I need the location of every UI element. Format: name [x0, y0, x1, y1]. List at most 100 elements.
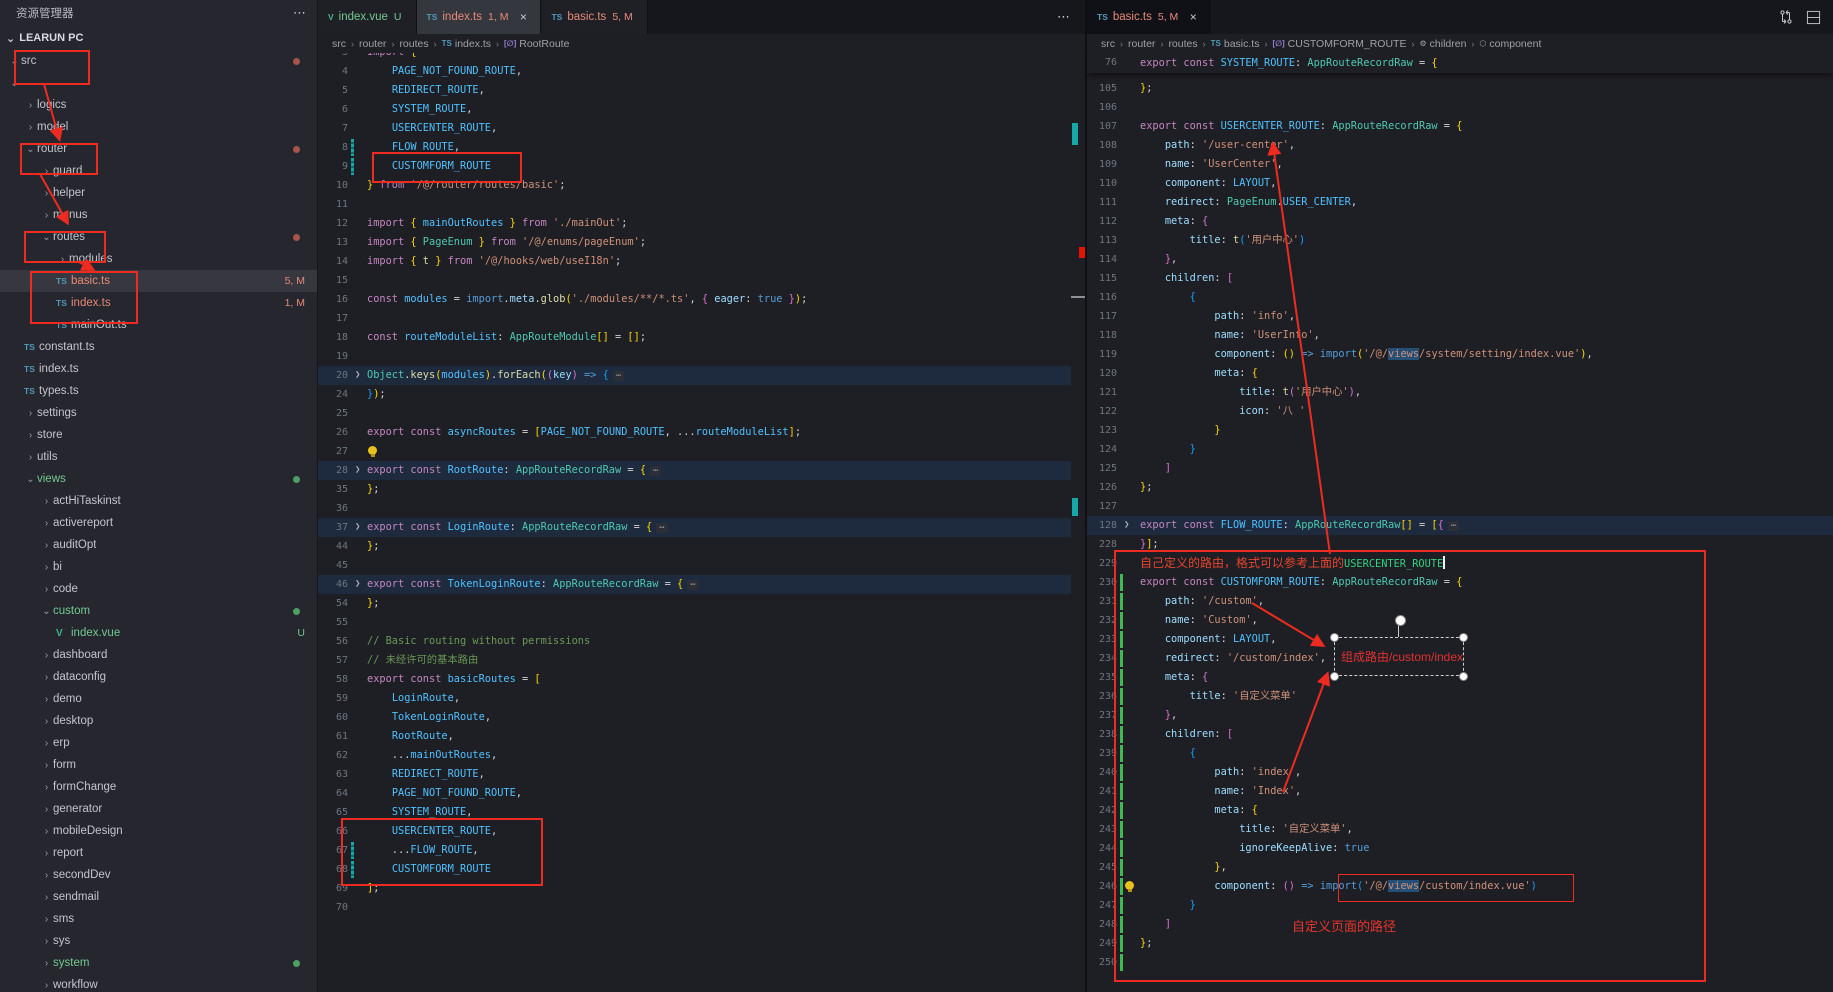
tree-item-system[interactable]: ›system — [0, 952, 317, 974]
lightbulb-icon[interactable] — [368, 446, 377, 455]
breadcrumb-item-router[interactable]: router — [1128, 38, 1155, 50]
code-line-56[interactable]: 56// Basic routing without permissions — [318, 632, 1071, 651]
tree-item-routes[interactable]: ⌄routes — [0, 226, 317, 248]
code-line-65[interactable]: 65 SYSTEM_ROUTE, — [318, 803, 1071, 822]
code-line-19[interactable]: 19 — [318, 347, 1071, 366]
sticky-scroll-line[interactable]: 76export const SYSTEM_ROUTE: AppRouteRec… — [1087, 53, 1833, 73]
tree-item-form[interactable]: ›form — [0, 754, 317, 776]
code-line-24[interactable]: 24}); — [318, 385, 1071, 404]
tree-item-helper[interactable]: ›helper — [0, 182, 317, 204]
code-line-70[interactable]: 70 — [318, 898, 1071, 917]
breadcrumb-item-basic.ts[interactable]: TSbasic.ts — [1211, 38, 1260, 50]
code-line-16[interactable]: 16const modules = import.meta.glob('./mo… — [318, 290, 1071, 309]
code-line-125[interactable]: 125 ] — [1087, 459, 1833, 478]
code-line-249[interactable]: 249}; — [1087, 934, 1833, 953]
code-line-45[interactable]: 45 — [318, 556, 1071, 575]
code-line-46[interactable]: 46❯export const TokenLoginRoute: AppRout… — [318, 575, 1071, 594]
tree-item-index.ts[interactable]: TSindex.ts — [0, 358, 317, 380]
split-editor-icon[interactable] — [1806, 10, 1821, 25]
code-line-18[interactable]: 18const routeModuleList: AppRouteModule[… — [318, 328, 1071, 347]
code-line-250[interactable]: 250 — [1087, 953, 1833, 972]
selection-handle-br[interactable] — [1459, 672, 1468, 681]
tab-basic.ts[interactable]: TSbasic.ts5, M× — [1087, 0, 1211, 34]
tree-item-demo[interactable]: ›demo — [0, 688, 317, 710]
tree-item-desktop[interactable]: ›desktop — [0, 710, 317, 732]
editor-group-divider[interactable] — [1085, 0, 1087, 992]
tab-basic.ts[interactable]: TSbasic.ts5, M — [541, 0, 647, 34]
code-line-236[interactable]: 236 title: '自定义菜单' — [1087, 687, 1833, 706]
tree-item-formChange[interactable]: ›formChange — [0, 776, 317, 798]
annotation-textbox[interactable]: 组成路由/custom/index — [1334, 637, 1464, 676]
breadcrumb-item-CUSTOMFORM_ROUTE[interactable]: [∅]CUSTOMFORM_ROUTE — [1272, 38, 1406, 50]
code-line-57[interactable]: 57// 未经许可的基本路由 — [318, 651, 1071, 670]
tree-item-dataconfig[interactable]: ›dataconfig — [0, 666, 317, 688]
tree-item-custom[interactable]: ⌄custom — [0, 600, 317, 622]
selection-handle-tr[interactable] — [1459, 633, 1468, 642]
tree-item-secondDev[interactable]: ›secondDev — [0, 864, 317, 886]
fold-chevron-icon[interactable]: ❯ — [355, 575, 360, 594]
code-line-35[interactable]: 35}; — [318, 480, 1071, 499]
code-line-116[interactable]: 116 { — [1087, 288, 1833, 307]
breadcrumb-item-routes[interactable]: routes — [1168, 38, 1197, 50]
code-line-4[interactable]: 4 PAGE_NOT_FOUND_ROUTE, — [318, 62, 1071, 81]
breadcrumb-item-src[interactable]: src — [332, 38, 346, 50]
code-line-63[interactable]: 63 REDIRECT_ROUTE, — [318, 765, 1071, 784]
tree-item-guard[interactable]: ›guard — [0, 160, 317, 182]
fold-chevron-icon[interactable]: ❯ — [355, 366, 360, 385]
tree-item-sms[interactable]: ›sms — [0, 908, 317, 930]
code-line-27[interactable]: 27 — [318, 442, 1071, 461]
code-line-122[interactable]: 122 icon: '⼋ ' — [1087, 402, 1833, 421]
code-line-248[interactable]: 248 ] — [1087, 915, 1833, 934]
breadcrumb-item-children[interactable]: ⚙children — [1419, 38, 1466, 50]
tree-item-code[interactable]: ›code — [0, 578, 317, 600]
breadcrumb-item-routes[interactable]: routes — [399, 38, 428, 50]
breadcrumb-item-index.ts[interactable]: TSindex.ts — [442, 38, 491, 50]
selection-rotate-handle[interactable] — [1395, 615, 1406, 626]
tree-item-sendmail[interactable]: ›sendmail — [0, 886, 317, 908]
tree-item-auditOpt[interactable]: ›auditOpt — [0, 534, 317, 556]
code-line-12[interactable]: 12import { mainOutRoutes } from './mainO… — [318, 214, 1071, 233]
code-line-66[interactable]: 66 USERCENTER_ROUTE, — [318, 822, 1071, 841]
code-line-120[interactable]: 120 meta: { — [1087, 364, 1833, 383]
tree-item-src[interactable]: ⌄src — [0, 50, 317, 72]
code-line-238[interactable]: 238 children: [ — [1087, 725, 1833, 744]
tree-item-workflow[interactable]: ›workflow — [0, 974, 317, 992]
tree-item-router[interactable]: ⌄router — [0, 138, 317, 160]
tree-item-types.ts[interactable]: TStypes.ts — [0, 380, 317, 402]
code-line-228[interactable]: 228}]; — [1087, 535, 1833, 554]
tree-item-generator[interactable]: ›generator — [0, 798, 317, 820]
code-line-61[interactable]: 61 RootRoute, — [318, 727, 1071, 746]
code-line-68[interactable]: 68 CUSTOMFORM_ROUTE — [318, 860, 1071, 879]
tree-item-bi[interactable]: ›bi — [0, 556, 317, 578]
code-line-126[interactable]: 126}; — [1087, 478, 1833, 497]
tree-item-erp[interactable]: ›erp — [0, 732, 317, 754]
fold-chevron-icon[interactable]: ❯ — [355, 461, 360, 480]
code-line-114[interactable]: 114 }, — [1087, 250, 1833, 269]
code-line-6[interactable]: 6 SYSTEM_ROUTE, — [318, 100, 1071, 119]
code-line-36[interactable]: 36 — [318, 499, 1071, 518]
breadcrumb-item-router[interactable]: router — [359, 38, 386, 50]
code-line-245[interactable]: 245 }, — [1087, 858, 1833, 877]
code-line-232[interactable]: 232 name: 'Custom', — [1087, 611, 1833, 630]
code-line-17[interactable]: 17 — [318, 309, 1071, 328]
code-line-8[interactable]: 8 FLOW_ROUTE, — [318, 138, 1071, 157]
breadcrumb-item-src[interactable]: src — [1101, 38, 1115, 50]
code-line-121[interactable]: 121 title: t('用户中心'), — [1087, 383, 1833, 402]
fold-chevron-icon[interactable]: ❯ — [1124, 516, 1129, 535]
workspace-section-header[interactable]: ⌄ LEARUN PC — [0, 26, 317, 50]
code-line-107[interactable]: 107export const USERCENTER_ROUTE: AppRou… — [1087, 117, 1833, 136]
tree-item-store[interactable]: ›store — [0, 424, 317, 446]
code-line-105[interactable]: 105}; — [1087, 79, 1833, 98]
code-line-111[interactable]: 111 redirect: PageEnum.USER_CENTER, — [1087, 193, 1833, 212]
lightbulb-icon[interactable] — [1125, 881, 1134, 890]
code-line-229[interactable]: 229自己定义的路由，格式可以参考上面的USERCENTER_ROUTE — [1087, 554, 1833, 573]
tree-item-model[interactable]: ›model — [0, 116, 317, 138]
tree-item-mobileDesign[interactable]: ›mobileDesign — [0, 820, 317, 842]
code-line-112[interactable]: 112 meta: { — [1087, 212, 1833, 231]
code-line-113[interactable]: 113 title: t('用户中心') — [1087, 231, 1833, 250]
code-line-118[interactable]: 118 name: 'UserInfo', — [1087, 326, 1833, 345]
code-line-14[interactable]: 14import { t } from '/@/hooks/web/useI18… — [318, 252, 1071, 271]
code-line-10[interactable]: 10} from '/@/router/routes/basic'; — [318, 176, 1071, 195]
tab-index.ts[interactable]: TSindex.ts1, M× — [417, 0, 542, 34]
code-line-241[interactable]: 241 name: 'Index', — [1087, 782, 1833, 801]
